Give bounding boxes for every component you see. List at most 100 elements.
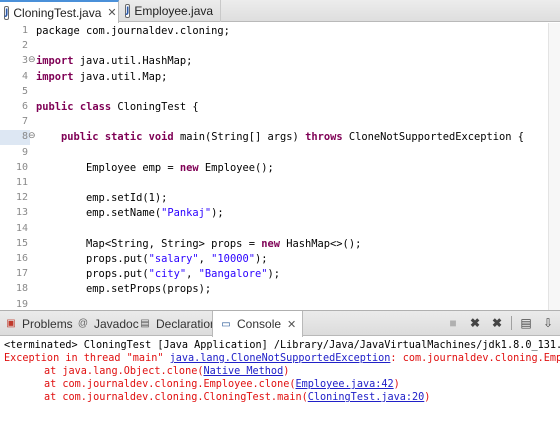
- code-line[interactable]: 6 public class CloningTest {: [0, 100, 560, 115]
- keyword-token: new: [261, 237, 280, 250]
- frame-link[interactable]: CloningTest.java:20: [308, 392, 425, 403]
- line-number: 2: [21, 40, 28, 52]
- frame-suffix: ): [424, 392, 431, 403]
- code-text: package com.journaldev.cloning;: [36, 24, 230, 39]
- line-number: 10: [15, 161, 28, 173]
- code-token: java.util.HashMap;: [73, 55, 193, 68]
- code-token: CloneNotSupportedException {: [342, 131, 525, 144]
- code-token: );: [254, 253, 268, 265]
- exception-message: : com.journaldev.cloning.Employee: [390, 353, 560, 364]
- code-text: emp.setName("Pankaj");: [36, 206, 224, 221]
- string-token: "city": [148, 268, 187, 281]
- declaration-icon: ▤: [140, 318, 150, 329]
- tab-label: Declaration: [156, 316, 217, 331]
- tab-console[interactable]: ▭ Console ✕: [212, 311, 304, 337]
- code-token: emp.setProps(props);: [36, 283, 212, 296]
- code-line[interactable]: 10 Employee emp = new Employee();: [0, 161, 560, 176]
- keyword-token: public: [61, 131, 99, 144]
- fold-toggle-icon[interactable]: ⊖: [28, 131, 36, 141]
- exception-type-link[interactable]: java.lang.CloneNotSupportedException: [170, 353, 391, 364]
- tab-problems[interactable]: ▣ Problems: [4, 311, 72, 336]
- code-line[interactable]: 14: [0, 222, 560, 237]
- code-line[interactable]: 9: [0, 146, 560, 161]
- code-line[interactable]: 19: [0, 298, 560, 310]
- keyword-token: import: [36, 55, 74, 68]
- scroll-lock-icon[interactable]: ⇩: [540, 315, 556, 331]
- remove-launch-icon[interactable]: ✖: [467, 315, 483, 331]
- code-line[interactable]: 16 props.put("salary", "10000");: [0, 252, 560, 267]
- console-toolbar: ■ ✖ ✖ ▤ ⇩: [445, 315, 556, 331]
- code-token: main(String[] args): [173, 131, 306, 144]
- code-token: Map<String, String> props =: [36, 237, 262, 250]
- code-token: CloningTest {: [111, 101, 199, 113]
- editor-tab-bar: J CloningTest.java ✕ J Employee.java: [0, 0, 560, 23]
- string-token: "Bangalore": [198, 268, 268, 281]
- keyword-token: throws: [305, 131, 343, 144]
- line-number: 3: [21, 55, 28, 67]
- terminated-line: <terminated> CloningTest [Java Applicati…: [4, 340, 560, 351]
- java-file-icon: J: [4, 5, 10, 20]
- keyword-token: class: [79, 101, 112, 113]
- stack-frame: at com.journaldev.cloning.CloningTest.ma…: [44, 391, 430, 404]
- code-line[interactable]: 5: [0, 85, 560, 100]
- code-line[interactable]: 7: [0, 115, 560, 130]
- tab-cloningtest-java[interactable]: J CloningTest.java ✕: [0, 0, 119, 23]
- frame-text: at com.journaldev.cloning.CloningTest.ma…: [44, 392, 308, 403]
- line-number: 15: [15, 237, 28, 249]
- console-output[interactable]: <terminated> CloningTest [Java Applicati…: [0, 337, 560, 422]
- code-line[interactable]: 12 emp.setId(1);: [0, 191, 560, 206]
- code-text: props.put("salary", "10000");: [36, 252, 267, 267]
- code-text: Employee emp = new Employee();: [36, 161, 274, 176]
- code-token: java.util.Map;: [73, 70, 168, 83]
- tab-javadoc[interactable]: @ Javadoc: [76, 311, 139, 336]
- code-token: HashMap<>();: [280, 237, 362, 250]
- string-token: "salary": [148, 253, 199, 265]
- code-token: ,: [186, 268, 199, 281]
- code-text: import java.util.Map;: [36, 70, 167, 85]
- fold-toggle-icon[interactable]: ⊖: [28, 55, 36, 65]
- string-token: "Pankaj": [161, 207, 212, 220]
- frame-suffix: ): [393, 379, 400, 390]
- tab-label: Employee.java: [134, 4, 214, 18]
- clear-console-icon[interactable]: ▤: [518, 315, 534, 331]
- frame-text: at java.lang.Object.clone(: [44, 366, 204, 377]
- code-token: );: [211, 207, 224, 220]
- code-line[interactable]: 15 Map<String, String> props = new HashM…: [0, 237, 560, 252]
- code-token: props.put(: [36, 268, 149, 281]
- code-line[interactable]: 17 props.put("city", "Bangalore");: [0, 267, 560, 282]
- code-line[interactable]: 13 emp.setName("Pankaj");: [0, 206, 560, 221]
- code-line[interactable]: 1 package com.journaldev.cloning;: [0, 24, 560, 39]
- stack-frame: at com.journaldev.cloning.Employee.clone…: [44, 378, 400, 391]
- console-icon: ▭: [221, 318, 231, 330]
- frame-suffix: ): [283, 366, 290, 377]
- code-editor[interactable]: 1 package com.journaldev.cloning; 2 3 ⊖ impor…: [0, 23, 560, 310]
- remove-all-terminated-icon[interactable]: ✖: [489, 315, 505, 331]
- tab-label: CloningTest.java: [13, 5, 102, 20]
- tab-employee-java[interactable]: J Employee.java: [121, 0, 221, 22]
- code-token: ,: [198, 253, 212, 265]
- stop-icon[interactable]: ■: [445, 315, 461, 331]
- code-line[interactable]: 2: [0, 39, 560, 54]
- code-line[interactable]: 8 ⊖ public static void main(String[] args…: [0, 130, 560, 146]
- code-text: emp.setProps(props);: [36, 282, 211, 297]
- stack-frame: at java.lang.Object.clone(Native Method): [44, 365, 289, 378]
- frame-link[interactable]: Native Method: [203, 366, 283, 377]
- code-line[interactable]: 18 emp.setProps(props);: [0, 282, 560, 297]
- frame-link[interactable]: Employee.java:42: [295, 379, 393, 390]
- code-line[interactable]: 4 import java.util.Map;: [0, 70, 560, 85]
- tab-label: Javadoc: [94, 316, 139, 331]
- keyword-token: import: [36, 70, 74, 83]
- code-text: props.put("city", "Bangalore");: [36, 267, 280, 282]
- close-icon[interactable]: ✕: [107, 6, 116, 19]
- line-number: 8: [21, 131, 28, 143]
- java-file-icon: J: [125, 4, 131, 18]
- close-icon[interactable]: ✕: [287, 318, 296, 331]
- line-number: 14: [15, 222, 28, 234]
- code-line[interactable]: 11: [0, 176, 560, 191]
- code-line[interactable]: 3 ⊖ import java.util.HashMap;: [0, 54, 560, 69]
- tab-declaration[interactable]: ▤ Declaration: [138, 311, 217, 336]
- keyword-token: static: [104, 131, 143, 144]
- toolbar-divider: [511, 316, 512, 330]
- line-number: 17: [15, 268, 28, 280]
